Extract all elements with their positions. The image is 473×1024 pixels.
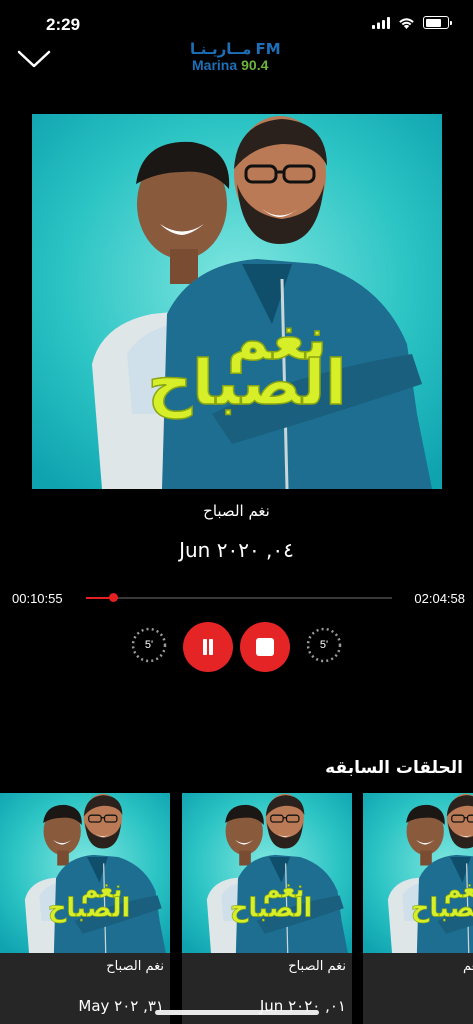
wifi-icon: [399, 17, 414, 29]
playback-controls: 5' 5': [0, 622, 473, 676]
episode-card[interactable]: نغم الصباح May ٣١, ٢٠٢: [0, 793, 170, 1024]
episode-title: نغم الصباح: [288, 959, 346, 974]
status-bar: 2:29: [0, 0, 473, 44]
logo-arabic-line: مــاريـنـا FM: [190, 40, 281, 58]
pause-icon: [201, 639, 215, 655]
logo-arabic: مــاريـنـا: [190, 40, 252, 58]
progress-thumb[interactable]: [108, 593, 118, 602]
pause-button[interactable]: [183, 622, 233, 672]
progress-slider[interactable]: [86, 593, 392, 602]
episode-info: نغم: [363, 953, 473, 1024]
previous-episodes-list[interactable]: نغم الصباح May ٣١, ٢٠٢ نغم الصباح Jun ٠١…: [0, 793, 473, 1024]
home-indicator: [155, 1010, 319, 1015]
now-playing-title: نغم الصباح: [203, 502, 270, 520]
logo-name: Marina: [192, 57, 238, 73]
status-icons: [372, 16, 452, 29]
episode-title: نغم: [463, 959, 473, 974]
battery-icon: [423, 16, 452, 29]
logo-fm: FM: [255, 40, 281, 58]
episode-thumbnail: [182, 793, 352, 953]
show-cover-image: [32, 114, 442, 489]
marina-fm-logo: مــاريـنـا FM Marina 90.4: [190, 40, 290, 74]
stop-icon: [256, 638, 274, 656]
stop-button[interactable]: [240, 622, 290, 672]
status-time: 2:29: [46, 15, 81, 34]
rewind-label: 5': [144, 639, 154, 651]
collapse-chevron-down-icon[interactable]: [16, 44, 52, 72]
now-playing-date: Jun ٠٤, ٢٠٢٠: [179, 538, 294, 562]
signal-icon: [372, 16, 390, 29]
episode-card[interactable]: نغم: [363, 793, 473, 1024]
previous-episodes-heading: الحلقات السابقه: [325, 758, 463, 778]
logo-frequency: 90.4: [241, 57, 269, 73]
forward-5-button[interactable]: 5': [305, 626, 343, 664]
episode-thumbnail: [0, 793, 170, 953]
forward-label: 5': [319, 639, 329, 651]
episode-info: نغم الصباح May ٣١, ٢٠٢: [0, 953, 170, 1024]
total-time: 02:04:58: [414, 591, 465, 606]
logo-latin-line: Marina 90.4: [192, 57, 268, 73]
episode-date: May ٣١, ٢٠٢: [78, 997, 164, 1015]
episode-thumbnail: [363, 793, 473, 953]
episode-title: نغم الصباح: [106, 959, 164, 974]
elapsed-time: 00:10:55: [12, 591, 63, 606]
rewind-5-button[interactable]: 5': [130, 626, 168, 664]
episode-card[interactable]: نغم الصباح Jun ٠١, ٢٠٢٠: [182, 793, 352, 1024]
